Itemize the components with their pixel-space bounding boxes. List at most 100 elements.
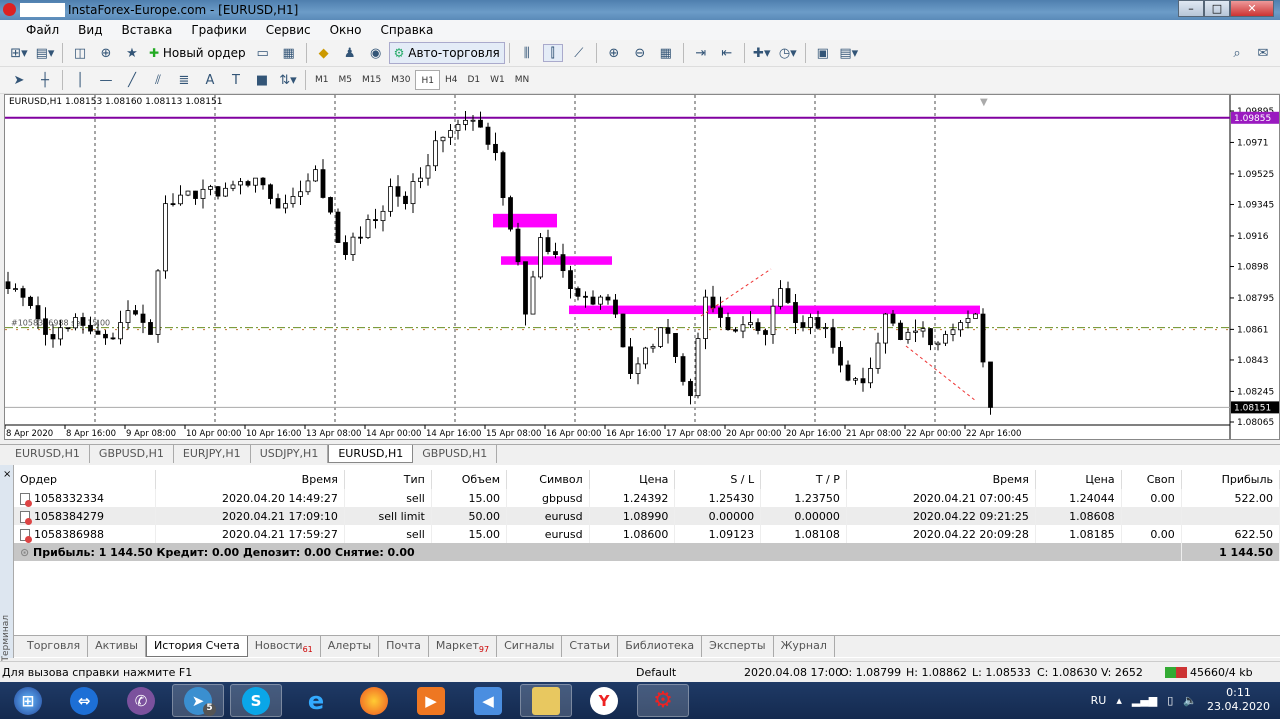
- chart-tab[interactable]: EURUSD,H1: [6, 445, 90, 463]
- language-indicator[interactable]: RU: [1091, 694, 1107, 707]
- teamviewer-icon[interactable]: ⇔: [58, 684, 110, 717]
- column-header[interactable]: S / L: [674, 470, 762, 489]
- timeframe-w1[interactable]: W1: [485, 70, 510, 90]
- firefox-icon[interactable]: [348, 684, 400, 717]
- file-explorer-icon[interactable]: [520, 684, 572, 717]
- skype-icon[interactable]: S: [230, 684, 282, 717]
- price-chart[interactable]: 1.098951.09711.095251.093451.09161.08981…: [4, 94, 1280, 440]
- clock[interactable]: 0:11 23.04.2020: [1207, 686, 1270, 714]
- bar-chart-icon[interactable]: ⫼: [517, 44, 537, 62]
- column-header[interactable]: Своп: [1121, 470, 1182, 489]
- tile-windows-icon[interactable]: ▦: [656, 44, 676, 62]
- periods-icon[interactable]: ◷▾: [778, 44, 798, 62]
- column-header[interactable]: Тип: [344, 470, 432, 489]
- timeframe-h1[interactable]: H1: [415, 70, 440, 90]
- menu-insert[interactable]: Вставка: [121, 23, 172, 37]
- market-watch-icon[interactable]: ◫: [70, 44, 90, 62]
- column-header[interactable]: Время: [846, 470, 1036, 489]
- menu-help[interactable]: Справка: [381, 23, 434, 37]
- close-button[interactable]: ✕: [1230, 0, 1274, 17]
- volume-icon[interactable]: 🔈: [1183, 694, 1197, 707]
- menu-view[interactable]: Вид: [78, 23, 102, 37]
- indicators-icon[interactable]: ✚▾: [752, 44, 772, 62]
- crosshair-nav-icon[interactable]: ⊕: [96, 44, 116, 62]
- timeframe-h4[interactable]: H4: [440, 70, 463, 90]
- zoom-out-icon[interactable]: ⊖: [630, 44, 650, 62]
- terminal-tab[interactable]: Почта: [379, 636, 429, 657]
- chart-tab[interactable]: GBPUSD,H1: [90, 445, 174, 463]
- timeframe-m30[interactable]: M30: [386, 70, 415, 90]
- rectangle-icon[interactable]: ■: [252, 71, 272, 89]
- terminal-tab[interactable]: Новости61: [248, 636, 321, 657]
- yandex-browser-icon[interactable]: Y: [578, 684, 630, 717]
- timeframe-mn[interactable]: MN: [510, 70, 535, 90]
- new-order-button[interactable]: ✚ Новый ордер: [145, 42, 250, 64]
- text-icon[interactable]: A: [200, 71, 220, 89]
- autoscroll-icon[interactable]: ⇥: [691, 44, 711, 62]
- chart-tab[interactable]: EURJPY,H1: [174, 445, 251, 463]
- table-row[interactable]: 1058332334 2020.04.20 14:49:27 sell 15.00 gb…: [14, 489, 1280, 507]
- chart-tab[interactable]: USDJPY,H1: [251, 445, 329, 463]
- crosshair-icon[interactable]: ┼: [35, 71, 55, 89]
- terminal-tab[interactable]: Маркет97: [429, 636, 498, 657]
- menu-window[interactable]: Окно: [330, 23, 362, 37]
- line-chart-icon[interactable]: ⟋: [569, 44, 589, 62]
- menu-tools[interactable]: Сервис: [266, 23, 311, 37]
- internet-explorer-icon[interactable]: e: [290, 684, 342, 717]
- terminal-tab[interactable]: Активы: [88, 636, 146, 657]
- close-terminal-icon[interactable]: ×: [3, 469, 11, 480]
- telegram-icon[interactable]: ➤ 5: [172, 684, 224, 717]
- metatrader-icon[interactable]: ⚙: [637, 684, 689, 717]
- media-player-icon[interactable]: ▶: [405, 684, 457, 717]
- terminal-icon[interactable]: ▭: [253, 44, 273, 62]
- fibonacci-icon[interactable]: ≣: [174, 71, 194, 89]
- terminal-tab[interactable]: Алерты: [321, 636, 380, 657]
- column-header[interactable]: Символ: [506, 470, 590, 489]
- timeframe-d1[interactable]: D1: [462, 70, 485, 90]
- start-button[interactable]: ⊞: [2, 684, 54, 717]
- table-row[interactable]: 1058386988 2020.04.21 17:59:27 sell 15.00 eu…: [14, 525, 1280, 543]
- column-header[interactable]: Ордер: [14, 470, 156, 489]
- cursor-icon[interactable]: ➤: [9, 71, 29, 89]
- terminal-tab[interactable]: Сигналы: [497, 636, 563, 657]
- zoom-in-icon[interactable]: ⊕: [604, 44, 624, 62]
- column-header[interactable]: Прибыль: [1181, 470, 1280, 489]
- terminal-tab[interactable]: Статьи: [562, 636, 619, 657]
- terminal-tab[interactable]: Торговля: [20, 636, 89, 657]
- column-header[interactable]: T / P: [760, 470, 847, 489]
- search-icon[interactable]: ⌕: [1227, 44, 1247, 62]
- timeframe-m1[interactable]: M1: [310, 70, 334, 90]
- terminal-tab[interactable]: История Счета: [145, 636, 248, 657]
- menu-file[interactable]: Файл: [26, 23, 59, 37]
- equidistant-channel-icon[interactable]: ⫽: [148, 71, 168, 89]
- vertical-line-icon[interactable]: │: [70, 71, 90, 89]
- trendline-icon[interactable]: ╱: [122, 71, 142, 89]
- candlestick-icon[interactable]: ⫿: [542, 44, 563, 62]
- terminal-tab[interactable]: Эксперты: [702, 636, 774, 657]
- column-header[interactable]: Объем: [431, 470, 508, 489]
- templates-icon[interactable]: ▣: [813, 44, 833, 62]
- column-header[interactable]: Цена: [1035, 470, 1122, 489]
- navigator-icon[interactable]: ★: [122, 44, 142, 62]
- device-icon[interactable]: ▯: [1167, 694, 1173, 707]
- radio-icon[interactable]: ◉: [366, 44, 386, 62]
- timeframe-m15[interactable]: M15: [357, 70, 386, 90]
- terminal-tab[interactable]: Журнал: [774, 636, 835, 657]
- metaeditor-icon[interactable]: ◆: [314, 44, 334, 62]
- minimize-button[interactable]: –: [1178, 0, 1204, 17]
- maximize-button[interactable]: □: [1204, 0, 1230, 17]
- chat-icon[interactable]: ✉: [1253, 44, 1273, 62]
- volume-app-icon[interactable]: ◀: [462, 684, 514, 717]
- tray-arrow-icon[interactable]: ▴: [1116, 694, 1122, 707]
- chart-shift-icon[interactable]: ⇤: [717, 44, 737, 62]
- table-row[interactable]: 1058384279 2020.04.21 17:09:10 sell limit 5…: [14, 507, 1280, 525]
- viber-icon[interactable]: ✆: [115, 684, 167, 717]
- timeframe-m5[interactable]: M5: [334, 70, 358, 90]
- new-chart-icon[interactable]: ⊞▾: [9, 44, 29, 62]
- chart-canvas[interactable]: 1.098951.09711.095251.093451.09161.08981…: [5, 95, 1279, 439]
- chart-tab[interactable]: GBPUSD,H1: [413, 445, 498, 463]
- terminal-tab[interactable]: Библиотека: [618, 636, 703, 657]
- chart-tab-active[interactable]: EURUSD,H1: [328, 445, 414, 463]
- horizontal-line-icon[interactable]: —: [96, 71, 116, 89]
- arrows-icon[interactable]: ⇅▾: [278, 71, 298, 89]
